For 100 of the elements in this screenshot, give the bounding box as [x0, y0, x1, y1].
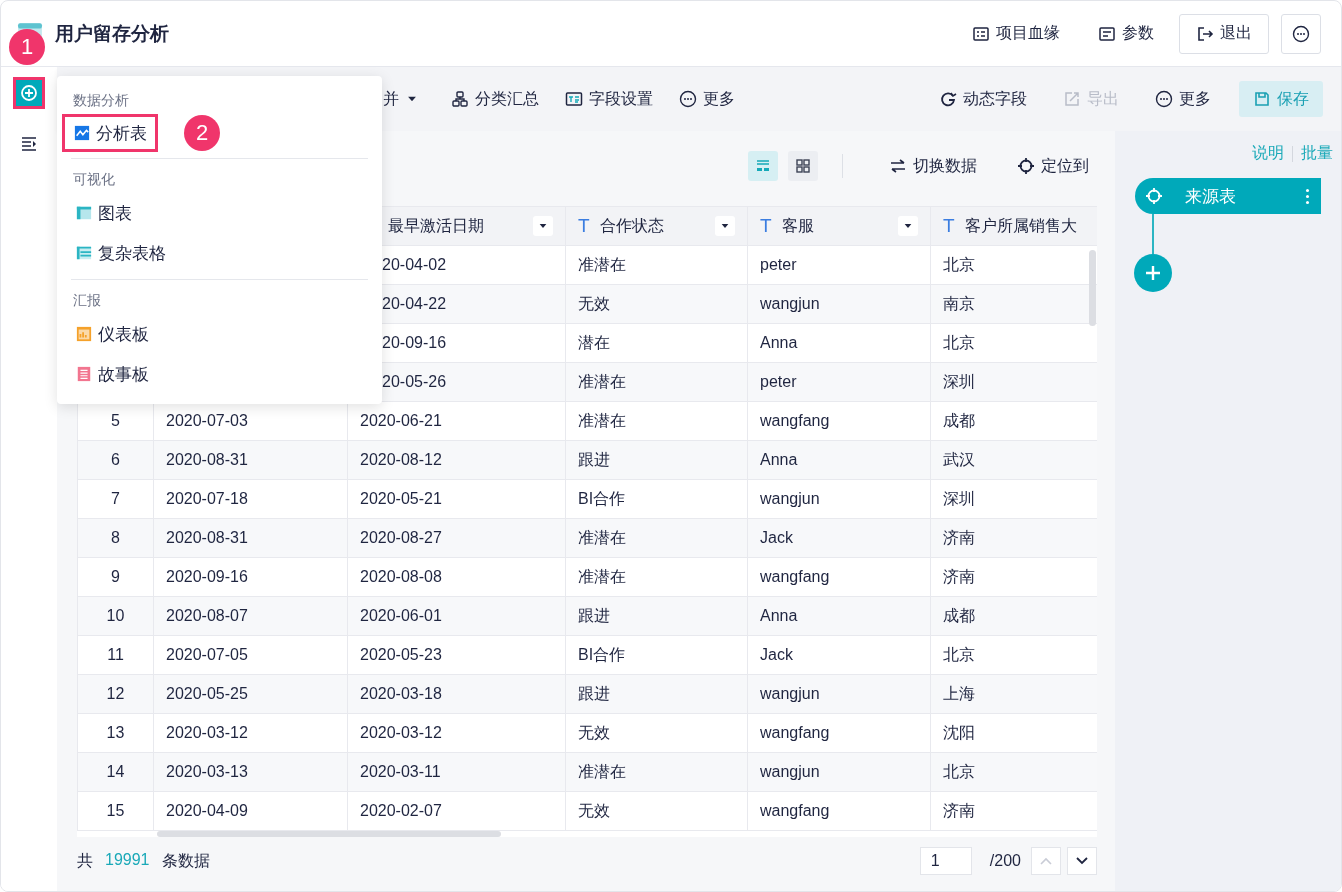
table-cell: wangfang	[760, 412, 830, 429]
table-cell: wangjun	[760, 295, 820, 312]
table-cell: Anna	[760, 451, 798, 468]
add-icon	[1144, 264, 1162, 282]
toolbar-button[interactable]: 分类汇总	[443, 81, 547, 117]
page-field[interactable]: 1	[919, 847, 972, 875]
record-count: 19991	[105, 850, 150, 870]
table-cell: 成都	[943, 411, 975, 429]
table-cell: 2020-07-18	[166, 490, 248, 507]
more-icon	[679, 90, 697, 108]
kebab-icon[interactable]	[1304, 188, 1311, 204]
count-suffix: 条数据	[161, 850, 210, 871]
text-type-icon: T	[943, 215, 959, 237]
field-settings-icon	[565, 90, 583, 108]
toolbar-button[interactable]: 更多	[1147, 81, 1219, 117]
table-cell: 2020-07-05	[166, 646, 248, 663]
view-toggle[interactable]	[788, 151, 818, 181]
table-cell: 2020-06-01	[360, 607, 442, 624]
menu-item[interactable]: 分析表	[62, 114, 158, 152]
table-cell: 2020-03-13	[166, 763, 248, 780]
table-cell: 20-09-16	[382, 334, 447, 351]
toolbar-button[interactable]: 更多	[671, 81, 743, 117]
table-cell: wangfang	[760, 724, 830, 741]
table-cell: 准潜在	[578, 411, 626, 429]
table-cell: 北京	[943, 333, 975, 351]
row-number: 15	[106, 802, 125, 819]
table-cell: 2020-03-12	[360, 724, 442, 741]
table-cell: Jack	[760, 646, 793, 663]
table-cell: 无效	[578, 801, 610, 819]
header-button[interactable]: 参数	[1085, 13, 1167, 54]
table-cell: 准潜在	[578, 255, 626, 273]
view-toggle[interactable]	[748, 151, 778, 181]
next-page-button[interactable]	[1067, 847, 1097, 875]
add-node-button[interactable]	[1134, 254, 1172, 292]
row-number: 6	[111, 451, 120, 468]
row-number: 14	[106, 763, 125, 780]
table-cell: 2020-05-23	[360, 646, 442, 663]
menu-item[interactable]: 故事板	[71, 354, 160, 394]
tool-button[interactable]: 切换数据	[881, 148, 985, 184]
scrollbar[interactable]	[157, 831, 501, 837]
row-number: 8	[111, 529, 120, 546]
scrollbar[interactable]	[1089, 250, 1096, 326]
menu-item[interactable]: 仪表板	[71, 314, 160, 354]
table-cell: 20-05-26	[382, 373, 447, 390]
switch-arrows-icon	[889, 157, 907, 175]
row-number: 9	[111, 568, 120, 585]
column-header: 客户所属销售大	[964, 215, 1078, 236]
table-cell: 深圳	[943, 489, 975, 507]
table-cell: 2020-07-03	[166, 412, 248, 429]
table-cell: Anna	[760, 607, 798, 624]
table-cell: 20-04-22	[382, 295, 447, 312]
column-menu-button[interactable]	[715, 216, 735, 236]
hierarchy-icon	[451, 90, 469, 108]
table-cell: 2020-02-07	[360, 802, 442, 819]
table-cell: 深圳	[943, 372, 975, 390]
row-number: 12	[106, 685, 125, 702]
row-number: 13	[106, 724, 125, 741]
refresh-icon	[939, 90, 957, 108]
table-cell: 准潜在	[578, 567, 626, 585]
table-cell: peter	[760, 256, 797, 273]
step-badge: 2	[184, 115, 220, 151]
column-menu-button[interactable]	[533, 216, 553, 236]
add-button[interactable]	[13, 77, 45, 109]
connector-line	[1152, 214, 1154, 254]
table-cell: 20-04-02	[382, 256, 447, 273]
menu-item[interactable]: 图表	[71, 193, 143, 233]
column-menu-button[interactable]	[898, 216, 918, 236]
list-icon	[1098, 24, 1116, 43]
table-cell: wangfang	[760, 568, 830, 585]
toolbar-button[interactable]: 字段设置	[557, 81, 661, 117]
tool-button[interactable]: 定位到	[1009, 148, 1097, 184]
table-cell: 跟进	[578, 606, 610, 624]
table-cell: 2020-04-09	[166, 802, 248, 819]
table-icon	[76, 245, 92, 261]
header-button[interactable]: 项目血缘	[959, 13, 1073, 54]
exit-icon	[1196, 24, 1214, 43]
table-cell: 2020-05-25	[166, 685, 248, 702]
table-cell: 济南	[943, 528, 975, 546]
table-cell: wangjun	[760, 763, 820, 780]
table-cell: 北京	[943, 255, 975, 273]
toolbar-button[interactable]: 动态字段	[931, 81, 1035, 117]
menu-section-title: 可视化	[72, 170, 116, 189]
header-button[interactable]: 退出	[1179, 13, 1269, 54]
table-cell: 跟进	[578, 450, 610, 468]
toolbar-button[interactable]: 并	[383, 81, 427, 117]
more-button[interactable]	[1281, 13, 1321, 54]
menu-section-title: 数据分析	[72, 91, 130, 110]
save-icon	[1253, 90, 1271, 108]
column-header: 客服	[781, 215, 815, 236]
column-header: 合作状态	[599, 215, 665, 236]
grid-view-icon	[794, 157, 812, 175]
menu-item[interactable]: 复杂表格	[71, 233, 177, 273]
page-total: /200	[989, 852, 1021, 870]
table-cell: 2020-08-31	[166, 529, 248, 546]
table-cell: 2020-08-08	[360, 568, 442, 585]
table-cell: peter	[760, 373, 797, 390]
row-number: 7	[111, 490, 120, 507]
row-number: 11	[107, 646, 124, 663]
table-cell: 无效	[578, 294, 610, 312]
table-cell: wangfang	[760, 802, 830, 819]
